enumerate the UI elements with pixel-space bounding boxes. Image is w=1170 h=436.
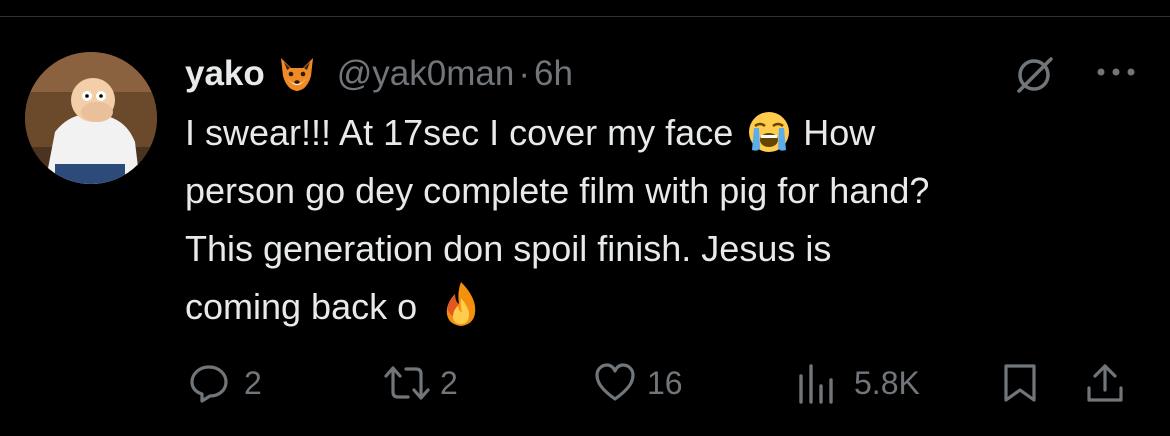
display-name[interactable]: yako <box>185 54 265 94</box>
reply-button[interactable]: 2 <box>188 358 262 408</box>
reply-count: 2 <box>244 364 262 401</box>
fox-face-emoji-icon <box>277 54 317 94</box>
separator-dot: · <box>518 54 530 93</box>
top-divider <box>0 16 1170 17</box>
tweet-line-2: person go dey complete film with pig for… <box>185 170 930 211</box>
timestamp[interactable]: 6h <box>534 54 573 94</box>
avatar[interactable] <box>25 52 157 184</box>
bookmark-button[interactable] <box>1000 358 1040 408</box>
tweet-line-1: I swear!!! At 17sec I cover my face How <box>185 104 1145 162</box>
repost-button[interactable]: 2 <box>382 358 458 408</box>
views-button[interactable]: 5.8K <box>796 358 920 408</box>
tweet-line-3: This generation don spoil finish. Jesus … <box>185 228 832 269</box>
bookmark-icon <box>1000 362 1040 404</box>
reply-icon <box>188 362 230 404</box>
repost-count: 2 <box>440 364 458 401</box>
like-button[interactable]: 16 <box>593 358 683 408</box>
tweet-line-4: coming back o <box>185 278 1145 336</box>
share-button[interactable] <box>1084 358 1126 408</box>
user-handle[interactable]: @yak0man <box>337 54 515 94</box>
tweet-text: I swear!!! At 17sec I cover my face How … <box>185 104 1145 336</box>
tweet-text-segment: How <box>803 112 876 153</box>
more-icon[interactable] <box>1093 62 1139 82</box>
views-count: 5.8K <box>854 364 920 401</box>
share-icon <box>1084 362 1126 404</box>
grok-icon[interactable] <box>1013 54 1055 96</box>
like-count: 16 <box>647 364 683 401</box>
heart-icon <box>593 362 637 404</box>
tweet-text-segment: I swear!!! At 17sec I cover my face <box>185 112 734 153</box>
tweet-header: yako @yak0man · 6h <box>185 52 573 96</box>
tweet-action-bar: 2 2 16 5.8K <box>0 358 1170 408</box>
fire-emoji-icon <box>439 280 483 345</box>
repost-icon <box>382 362 432 404</box>
tweet-text-segment: coming back o <box>185 286 418 327</box>
views-icon <box>796 362 838 404</box>
